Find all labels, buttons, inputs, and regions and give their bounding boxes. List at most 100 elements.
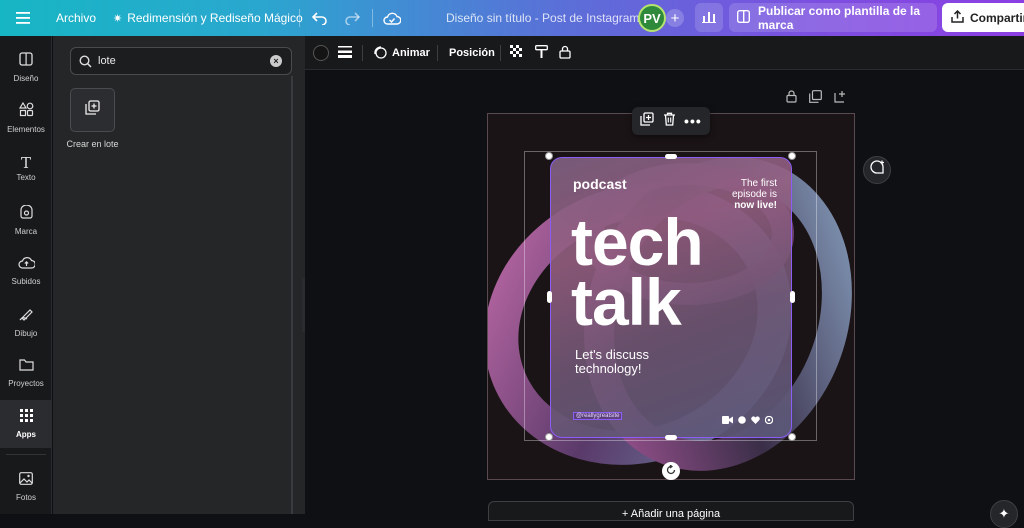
animate-button[interactable]: Animar — [373, 36, 430, 70]
first-episode-text[interactable]: The first episode is now live! — [732, 178, 777, 211]
rail-item-proyectos[interactable]: Proyectos — [0, 350, 52, 396]
podcast-card[interactable]: podcast The first episode is now live! t… — [550, 157, 792, 438]
shapes-icon — [18, 101, 34, 122]
discuss-line: technology! — [575, 361, 642, 376]
resize-handle-bottom-right[interactable] — [788, 433, 796, 441]
rotate-icon — [666, 462, 676, 480]
add-collaborator-button[interactable]: + — [666, 0, 684, 36]
hamburger-icon — [14, 9, 32, 27]
color-swatch[interactable] — [313, 36, 329, 70]
headline-tech[interactable]: tech — [571, 209, 704, 275]
top-bar: Archivo ✷ Redimensión y Rediseño Mágico … — [0, 0, 1024, 36]
apps-panel: lote × Crear en lote — [53, 36, 305, 514]
clear-search-icon[interactable]: × — [270, 55, 282, 67]
duplicate-page-icon[interactable] — [809, 90, 822, 108]
rail-item-fotos[interactable]: Fotos — [0, 464, 52, 510]
undo-icon — [311, 9, 329, 27]
menu-button[interactable] — [14, 0, 32, 36]
rail-item-diseno[interactable]: Diseño — [0, 44, 52, 90]
website-text[interactable]: @reallygreatsite — [573, 412, 623, 420]
apps-grid-icon — [19, 409, 33, 427]
checkerboard-icon — [510, 45, 523, 61]
resize-handle-top[interactable] — [665, 154, 677, 159]
panel-scrollbar[interactable] — [291, 76, 293, 514]
rail-label: Subidos — [11, 277, 41, 286]
search-input[interactable]: lote × — [70, 47, 292, 75]
undo-button[interactable] — [311, 0, 329, 36]
rail-item-subidos[interactable]: Subidos — [0, 248, 52, 294]
search-icon — [79, 54, 92, 68]
headline-talk[interactable]: talk — [571, 269, 682, 335]
resize-handle-left[interactable] — [547, 291, 552, 303]
lines-icon — [338, 45, 352, 61]
rail-item-apps[interactable]: Apps — [0, 400, 52, 448]
add-comment-button[interactable] — [863, 156, 891, 184]
first-episode-line: episode is — [731, 189, 777, 200]
upload-cloud-icon — [17, 256, 36, 274]
page-actions — [786, 90, 847, 108]
rail-label: Elementos — [7, 125, 45, 134]
avatar[interactable]: PV — [638, 4, 666, 32]
share-upload-icon — [951, 9, 964, 26]
animate-label: Animar — [392, 47, 430, 59]
bulk-create-icon — [85, 100, 100, 120]
rail-item-dibujo[interactable]: Dibujo — [0, 299, 52, 345]
insights-button[interactable] — [695, 3, 723, 32]
publish-template-button[interactable]: Publicar como plantilla de la marca — [729, 3, 937, 32]
bar-chart-icon — [702, 10, 716, 26]
animate-icon — [373, 45, 387, 62]
share-button[interactable]: Compartir — [942, 3, 1024, 32]
document-title[interactable]: Diseño sin título - Post de Instagram — [446, 0, 639, 36]
resize-handle-bottom[interactable] — [665, 435, 677, 440]
rail-label: Fotos — [15, 493, 36, 502]
redo-icon — [343, 9, 361, 27]
bulk-create-app-tile[interactable] — [70, 88, 115, 132]
sparkle-icon: ✷ — [113, 12, 123, 25]
redo-button[interactable] — [343, 0, 361, 36]
rail-item-elementos[interactable]: Elementos — [0, 95, 52, 141]
rail-item-marca[interactable]: Marca — [0, 197, 52, 243]
add-page-button[interactable]: + Añadir una página — [488, 501, 854, 521]
resize-handle-top-left[interactable] — [545, 152, 553, 160]
bulk-create-label[interactable]: Crear en lote — [66, 138, 119, 150]
file-menu[interactable]: Archivo — [56, 0, 96, 36]
paint-format-button[interactable] — [535, 36, 548, 70]
rotate-handle[interactable] — [662, 462, 680, 480]
publish-template-label: Publicar como plantilla de la marca — [758, 3, 921, 32]
video-icon — [722, 411, 733, 429]
first-episode-line: The first — [740, 178, 777, 189]
rail-label: Diseño — [13, 73, 39, 83]
duplicate-element-icon[interactable] — [640, 111, 654, 131]
heart-icon — [751, 411, 760, 429]
podcast-text[interactable]: podcast — [573, 176, 627, 192]
trash-icon[interactable] — [663, 112, 676, 131]
rail-item-texto[interactable]: T Texto — [0, 146, 52, 192]
position-button[interactable]: Posición — [449, 36, 495, 70]
magic-assistant-button[interactable]: ✦ — [990, 500, 1018, 528]
phone-icon — [764, 411, 774, 429]
more-options-icon[interactable]: ••• — [684, 113, 702, 129]
lock-page-icon[interactable] — [786, 90, 797, 108]
lock-button[interactable] — [559, 36, 571, 70]
comment-plus-icon — [869, 160, 885, 180]
editor-toolbar: Animar Posición — [305, 36, 1024, 70]
transparency-button[interactable] — [510, 36, 523, 70]
add-page-icon[interactable] — [834, 90, 847, 108]
plus-icon: + — [666, 9, 684, 27]
resize-handle-top-right[interactable] — [788, 152, 796, 160]
border-style-button[interactable] — [338, 36, 352, 70]
cloud-save-button[interactable] — [383, 0, 401, 36]
resize-handle-right[interactable] — [790, 291, 795, 303]
search-value: lote — [98, 55, 116, 67]
draw-icon — [19, 306, 34, 326]
magic-resize-label: Redimensión y Rediseño Mágico — [127, 11, 303, 25]
template-icon — [736, 9, 751, 26]
social-icons — [722, 411, 774, 429]
resize-handle-bottom-left[interactable] — [545, 433, 553, 441]
text-icon: T — [20, 154, 31, 172]
magic-resize-button[interactable]: ✷ Redimensión y Rediseño Mágico — [113, 0, 303, 36]
brand-icon — [19, 203, 34, 224]
discuss-text[interactable]: Let's discuss technology! — [575, 348, 649, 376]
left-rail: Diseño Elementos T Texto Marca Subidos D… — [0, 36, 52, 514]
color-swatch-circle — [313, 45, 329, 61]
